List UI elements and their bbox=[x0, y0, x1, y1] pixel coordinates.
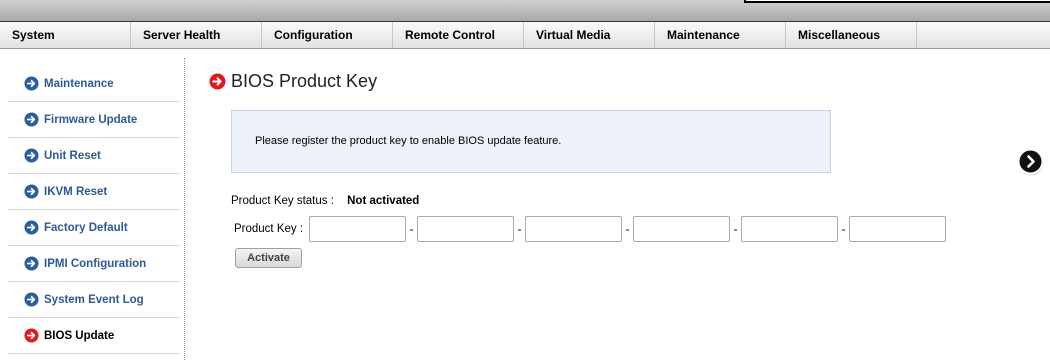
product-key-row: Product Key : - - - - - bbox=[234, 216, 947, 242]
sidebar-item-label: Unit Reset bbox=[44, 149, 101, 162]
page-header: BIOS Product Key bbox=[209, 71, 377, 92]
sidebar-nav: Maintenance Firmware Update Unit Reset I… bbox=[8, 66, 180, 354]
menu-remote-control[interactable]: Remote Control bbox=[393, 22, 524, 48]
key-separator: - bbox=[841, 222, 846, 236]
menu-system[interactable]: System bbox=[0, 22, 131, 48]
product-key-field-1[interactable] bbox=[309, 216, 407, 242]
arrow-right-circle-icon bbox=[24, 148, 39, 163]
product-key-label: Product Key : bbox=[234, 223, 304, 235]
sidebar-item-ipmi-configuration[interactable]: IPMI Configuration bbox=[8, 246, 180, 282]
menu-maintenance[interactable]: Maintenance bbox=[655, 22, 786, 48]
product-key-field-2[interactable] bbox=[417, 216, 515, 242]
arrow-right-circle-red-icon bbox=[209, 73, 226, 90]
sidebar-item-label: BIOS Update bbox=[44, 329, 115, 342]
menu-virtual-media[interactable]: Virtual Media bbox=[524, 22, 655, 48]
arrow-right-circle-icon bbox=[24, 184, 39, 199]
sidebar-divider bbox=[184, 58, 185, 360]
sidebar-item-label: IKVM Reset bbox=[44, 185, 108, 198]
menu-configuration[interactable]: Configuration bbox=[262, 22, 393, 48]
chevron-right-circle-icon[interactable] bbox=[1017, 148, 1045, 176]
activate-button[interactable]: Activate bbox=[235, 248, 302, 268]
header-search-box bbox=[744, 0, 1050, 3]
arrow-right-circle-red-icon bbox=[24, 328, 39, 343]
sidebar-item-unit-reset[interactable]: Unit Reset bbox=[8, 138, 180, 174]
arrow-right-circle-icon bbox=[24, 76, 39, 91]
menu-miscellaneous[interactable]: Miscellaneous bbox=[786, 22, 917, 48]
product-key-field-6[interactable] bbox=[849, 216, 947, 242]
sidebar-item-maintenance[interactable]: Maintenance bbox=[8, 66, 180, 102]
sidebar-item-label: Maintenance bbox=[44, 77, 114, 90]
product-key-status-row: Product Key status : Not activated bbox=[231, 195, 419, 207]
product-key-field-3[interactable] bbox=[525, 216, 623, 242]
menu-server-health[interactable]: Server Health bbox=[131, 22, 262, 48]
page-title: BIOS Product Key bbox=[231, 71, 378, 91]
key-separator: - bbox=[517, 222, 522, 236]
key-separator: - bbox=[409, 222, 414, 236]
sidebar-item-label: IPMI Configuration bbox=[44, 257, 147, 270]
arrow-right-circle-icon bbox=[24, 220, 39, 235]
sidebar-item-system-event-log[interactable]: System Event Log bbox=[8, 282, 180, 318]
sidebar-item-label: Firmware Update bbox=[44, 113, 138, 126]
info-message: Please register the product key to enabl… bbox=[255, 135, 562, 147]
sidebar-item-ikvm-reset[interactable]: IKVM Reset bbox=[8, 174, 180, 210]
sidebar-item-label: Factory Default bbox=[44, 221, 128, 234]
sidebar-item-firmware-update[interactable]: Firmware Update bbox=[8, 102, 180, 138]
product-key-field-4[interactable] bbox=[633, 216, 731, 242]
status-value: Not activated bbox=[347, 195, 420, 207]
arrow-right-circle-icon bbox=[24, 292, 39, 307]
sidebar-item-factory-default[interactable]: Factory Default bbox=[8, 210, 180, 246]
arrow-right-circle-icon bbox=[24, 256, 39, 271]
sidebar-item-bios-update[interactable]: BIOS Update bbox=[8, 318, 180, 354]
sidebar-item-label: System Event Log bbox=[44, 293, 144, 306]
top-header-bar bbox=[0, 0, 1050, 21]
product-key-field-5[interactable] bbox=[741, 216, 839, 242]
info-message-box: Please register the product key to enabl… bbox=[231, 110, 831, 173]
key-separator: - bbox=[625, 222, 630, 236]
arrow-right-circle-icon bbox=[24, 112, 39, 127]
main-menu-bar: System Server Health Configuration Remot… bbox=[0, 21, 1050, 49]
status-label: Product Key status : bbox=[231, 195, 334, 207]
key-separator: - bbox=[733, 222, 738, 236]
